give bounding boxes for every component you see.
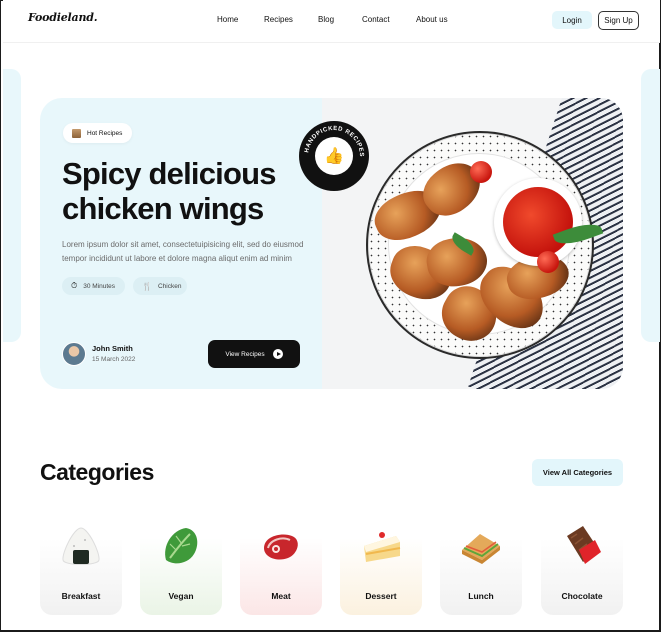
- brand-logo[interactable]: Foodieland.: [28, 11, 98, 24]
- login-button[interactable]: Login: [552, 11, 592, 29]
- nav-recipes[interactable]: Recipes: [264, 15, 293, 24]
- category-card-dessert[interactable]: Dessert: [340, 519, 422, 615]
- category-label: Dessert: [365, 591, 397, 601]
- tomato: [537, 251, 559, 273]
- category-card-breakfast[interactable]: Breakfast: [40, 519, 122, 615]
- fork-knife-icon: 🍴: [142, 281, 152, 291]
- author-name: John Smith: [92, 344, 133, 353]
- category-label: Vegan: [168, 591, 194, 601]
- timer-icon: ⏱: [71, 281, 78, 290]
- tomato: [470, 161, 492, 183]
- play-icon: [272, 349, 283, 359]
- signup-button[interactable]: Sign Up: [598, 11, 639, 30]
- nav-about-us[interactable]: About us: [416, 15, 448, 24]
- nav-blog[interactable]: Blog: [318, 15, 334, 24]
- badge-label: Hot Recipes: [87, 129, 123, 137]
- category-card-vegan[interactable]: Vegan: [140, 519, 222, 615]
- category-chip: 🍴 Chicken: [133, 277, 187, 295]
- time-chip: ⏱ 30 Minutes: [62, 277, 125, 295]
- steak-icon: [264, 534, 298, 560]
- view-recipes-button[interactable]: View Recipes: [208, 340, 300, 368]
- handpicked-recipes-stamp: HANDPICKED RECIPES 👍: [299, 121, 369, 191]
- post-date: 15 March 2022: [92, 356, 136, 363]
- sandwich-icon: [462, 534, 500, 564]
- cake-icon: [364, 532, 401, 562]
- category-card-meat[interactable]: Meat: [240, 519, 322, 615]
- carousel-prev-slide[interactable]: [3, 69, 21, 342]
- nav-contact[interactable]: Contact: [362, 15, 390, 24]
- carousel-next-slide[interactable]: [641, 69, 660, 342]
- hero-title: Spicy delicious chicken wings: [62, 156, 277, 226]
- category-label: Breakfast: [61, 591, 101, 601]
- category-label: Lunch: [468, 591, 494, 601]
- chocolate-icon: [567, 526, 601, 564]
- hero-description: Lorem ipsum dolor sit amet, consectetuip…: [62, 240, 304, 263]
- thumbs-up-icon: 👍: [315, 137, 353, 175]
- category-card-lunch[interactable]: Lunch: [440, 519, 522, 615]
- hot-recipes-badge: Hot Recipes: [63, 123, 132, 143]
- view-all-categories-button[interactable]: View All Categories: [532, 459, 623, 486]
- top-navbar: Foodieland. Home Recipes Blog Contact Ab…: [3, 0, 660, 43]
- sauce-bowl: [494, 178, 582, 266]
- onigiri-icon: [62, 527, 100, 565]
- nav-home[interactable]: Home: [217, 15, 238, 24]
- category-label: Meat: [271, 591, 291, 601]
- lettuce-icon: [165, 528, 198, 564]
- category-label: Chocolate: [561, 591, 603, 601]
- recipe-book-icon: [72, 128, 81, 138]
- category-card-chocolate[interactable]: Chocolate: [541, 519, 623, 615]
- hero-card: Hot Recipes Spicy delicious chicken wing…: [40, 98, 623, 389]
- author-avatar: [62, 342, 86, 366]
- categories-title: Categories: [40, 459, 154, 485]
